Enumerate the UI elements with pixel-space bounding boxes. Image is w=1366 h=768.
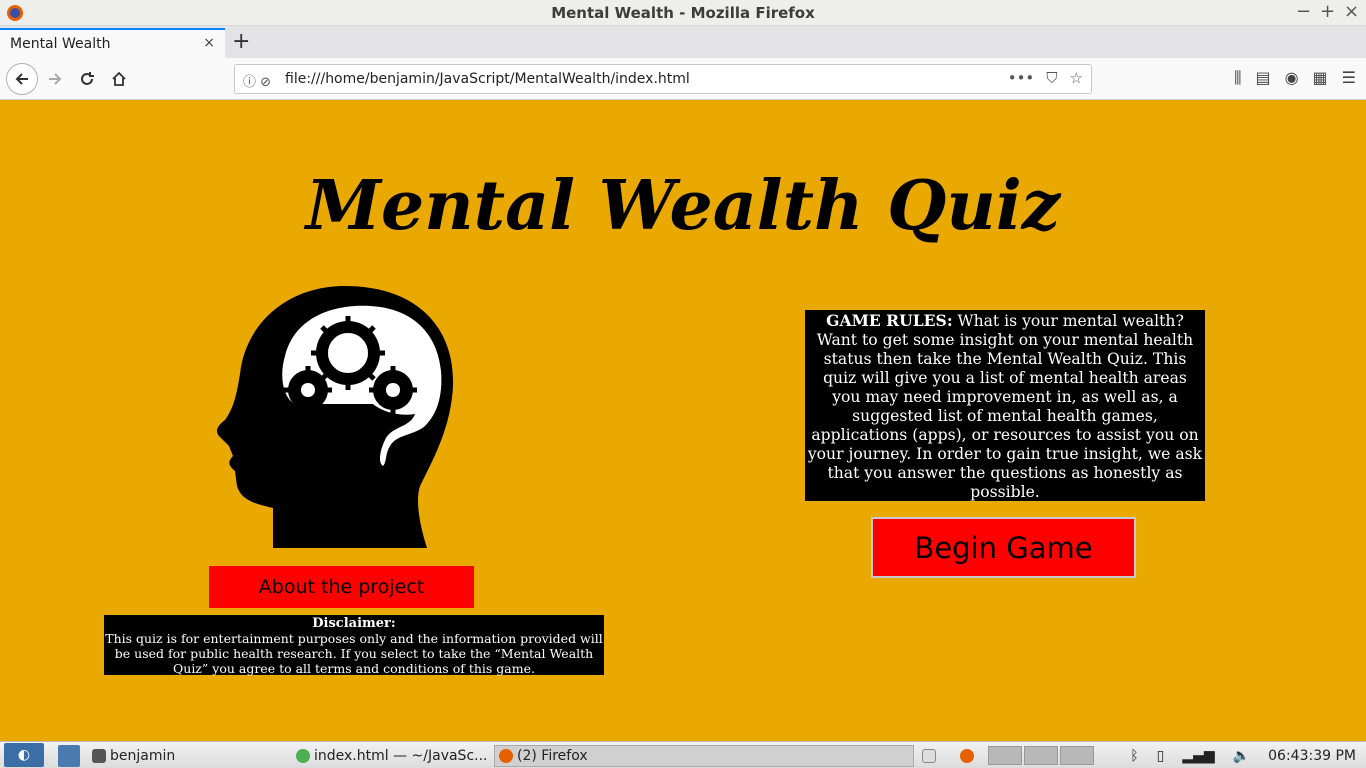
back-button[interactable]: [6, 63, 38, 95]
back-arrow-icon: [15, 73, 28, 85]
firefox-taskbar-icon: [499, 749, 513, 763]
minimize-button[interactable]: −: [1296, 2, 1311, 22]
taskbar-window-list-icon[interactable]: [922, 745, 936, 767]
site-info-icon[interactable]: ⓘ ⊘: [243, 71, 271, 90]
navigation-toolbar: ⓘ ⊘ file:///home/benjamin/JavaScript/Men…: [0, 58, 1366, 100]
rules-text: What is your mental wealth? Want to get …: [807, 312, 1203, 501]
library-icon[interactable]: ⫼: [1234, 68, 1241, 88]
reload-icon: [81, 72, 94, 85]
extensions-icon[interactable]: ▦: [1313, 68, 1328, 88]
show-desktop-button[interactable]: [58, 745, 80, 767]
window-titlebar: Mental Wealth - Mozilla Firefox − + ×: [0, 0, 1366, 26]
page-content: Mental Wealth Quiz About the project Dis…: [0, 100, 1366, 741]
tab-title: Mental Wealth: [10, 36, 111, 52]
menu-icon[interactable]: ☰: [1342, 68, 1356, 88]
pocket-icon[interactable]: ⛉: [1046, 69, 1057, 87]
battery-icon[interactable]: ▯: [1157, 748, 1165, 764]
home-button[interactable]: [104, 64, 134, 94]
account-icon[interactable]: ◉: [1285, 68, 1299, 88]
head-gears-image: [217, 286, 454, 548]
reload-button[interactable]: [72, 64, 102, 94]
sidebar-icon[interactable]: ▤: [1255, 68, 1270, 88]
workspace-3[interactable]: [1060, 746, 1094, 765]
clock[interactable]: 06:43:39 PM: [1268, 748, 1356, 764]
wifi-icon[interactable]: ▂▄▆: [1182, 748, 1214, 764]
disclaimer-box: Disclaimer: This quiz is for entertainme…: [104, 615, 604, 676]
workspace-pager[interactable]: [988, 746, 1094, 765]
workspace-1[interactable]: [988, 746, 1022, 765]
game-rules-box: GAME RULES: What is your mental wealth? …: [805, 310, 1205, 501]
about-project-button[interactable]: About the project: [209, 566, 474, 608]
taskbar-folder-item[interactable]: benjamin: [92, 745, 175, 767]
workspace-2[interactable]: [1024, 746, 1058, 765]
bookmark-star-icon[interactable]: ☆: [1070, 69, 1083, 87]
maximize-button[interactable]: +: [1320, 2, 1335, 22]
taskbar-browser-icon[interactable]: [960, 745, 974, 767]
bluetooth-icon[interactable]: ᛒ: [1130, 748, 1138, 764]
page-actions-icon[interactable]: •••: [1008, 69, 1035, 87]
taskbar-firefox-item[interactable]: (2) Firefox: [494, 745, 914, 767]
system-taskbar: ◐ benjamin index.html — ~/JavaSc... (2) …: [0, 741, 1366, 768]
browser-tray-icon: [960, 749, 974, 763]
disclaimer-text: This quiz is for entertainment purposes …: [105, 631, 603, 676]
editor-label: index.html — ~/JavaSc...: [314, 748, 488, 764]
address-bar[interactable]: ⓘ ⊘ file:///home/benjamin/JavaScript/Men…: [234, 64, 1092, 94]
url-text[interactable]: file:///home/benjamin/JavaScript/MentalW…: [285, 71, 690, 87]
firefox-label: (2) Firefox: [517, 748, 588, 764]
close-window-button[interactable]: ×: [1344, 2, 1359, 22]
volume-icon[interactable]: 🔈: [1233, 748, 1250, 764]
forward-button[interactable]: [40, 64, 70, 94]
folder-label: benjamin: [110, 748, 176, 764]
tab-mental-wealth[interactable]: Mental Wealth ×: [0, 28, 225, 58]
rules-heading: GAME RULES:: [826, 311, 953, 330]
start-menu-icon: ◐: [17, 747, 31, 763]
taskbar-editor-item[interactable]: index.html — ~/JavaSc...: [296, 745, 488, 767]
editor-icon: [296, 749, 310, 763]
disclaimer-heading: Disclaimer:: [312, 616, 396, 631]
begin-game-button[interactable]: Begin Game: [871, 517, 1136, 578]
folder-icon: [92, 749, 106, 763]
forward-arrow-icon: [49, 73, 62, 85]
page-title: Mental Wealth Quiz: [305, 166, 1061, 246]
tab-strip: Mental Wealth × +: [0, 26, 1366, 58]
start-menu-button[interactable]: ◐: [4, 743, 44, 767]
home-icon: [112, 71, 126, 86]
tab-close-button[interactable]: ×: [203, 35, 215, 51]
system-tray: ᛒ ▯ ▂▄▆ 🔈 06:43:39 PM: [1130, 745, 1356, 767]
new-tab-button[interactable]: +: [232, 30, 250, 54]
window-title: Mental Wealth - Mozilla Firefox: [551, 4, 815, 22]
window-list-icon: [922, 749, 936, 763]
